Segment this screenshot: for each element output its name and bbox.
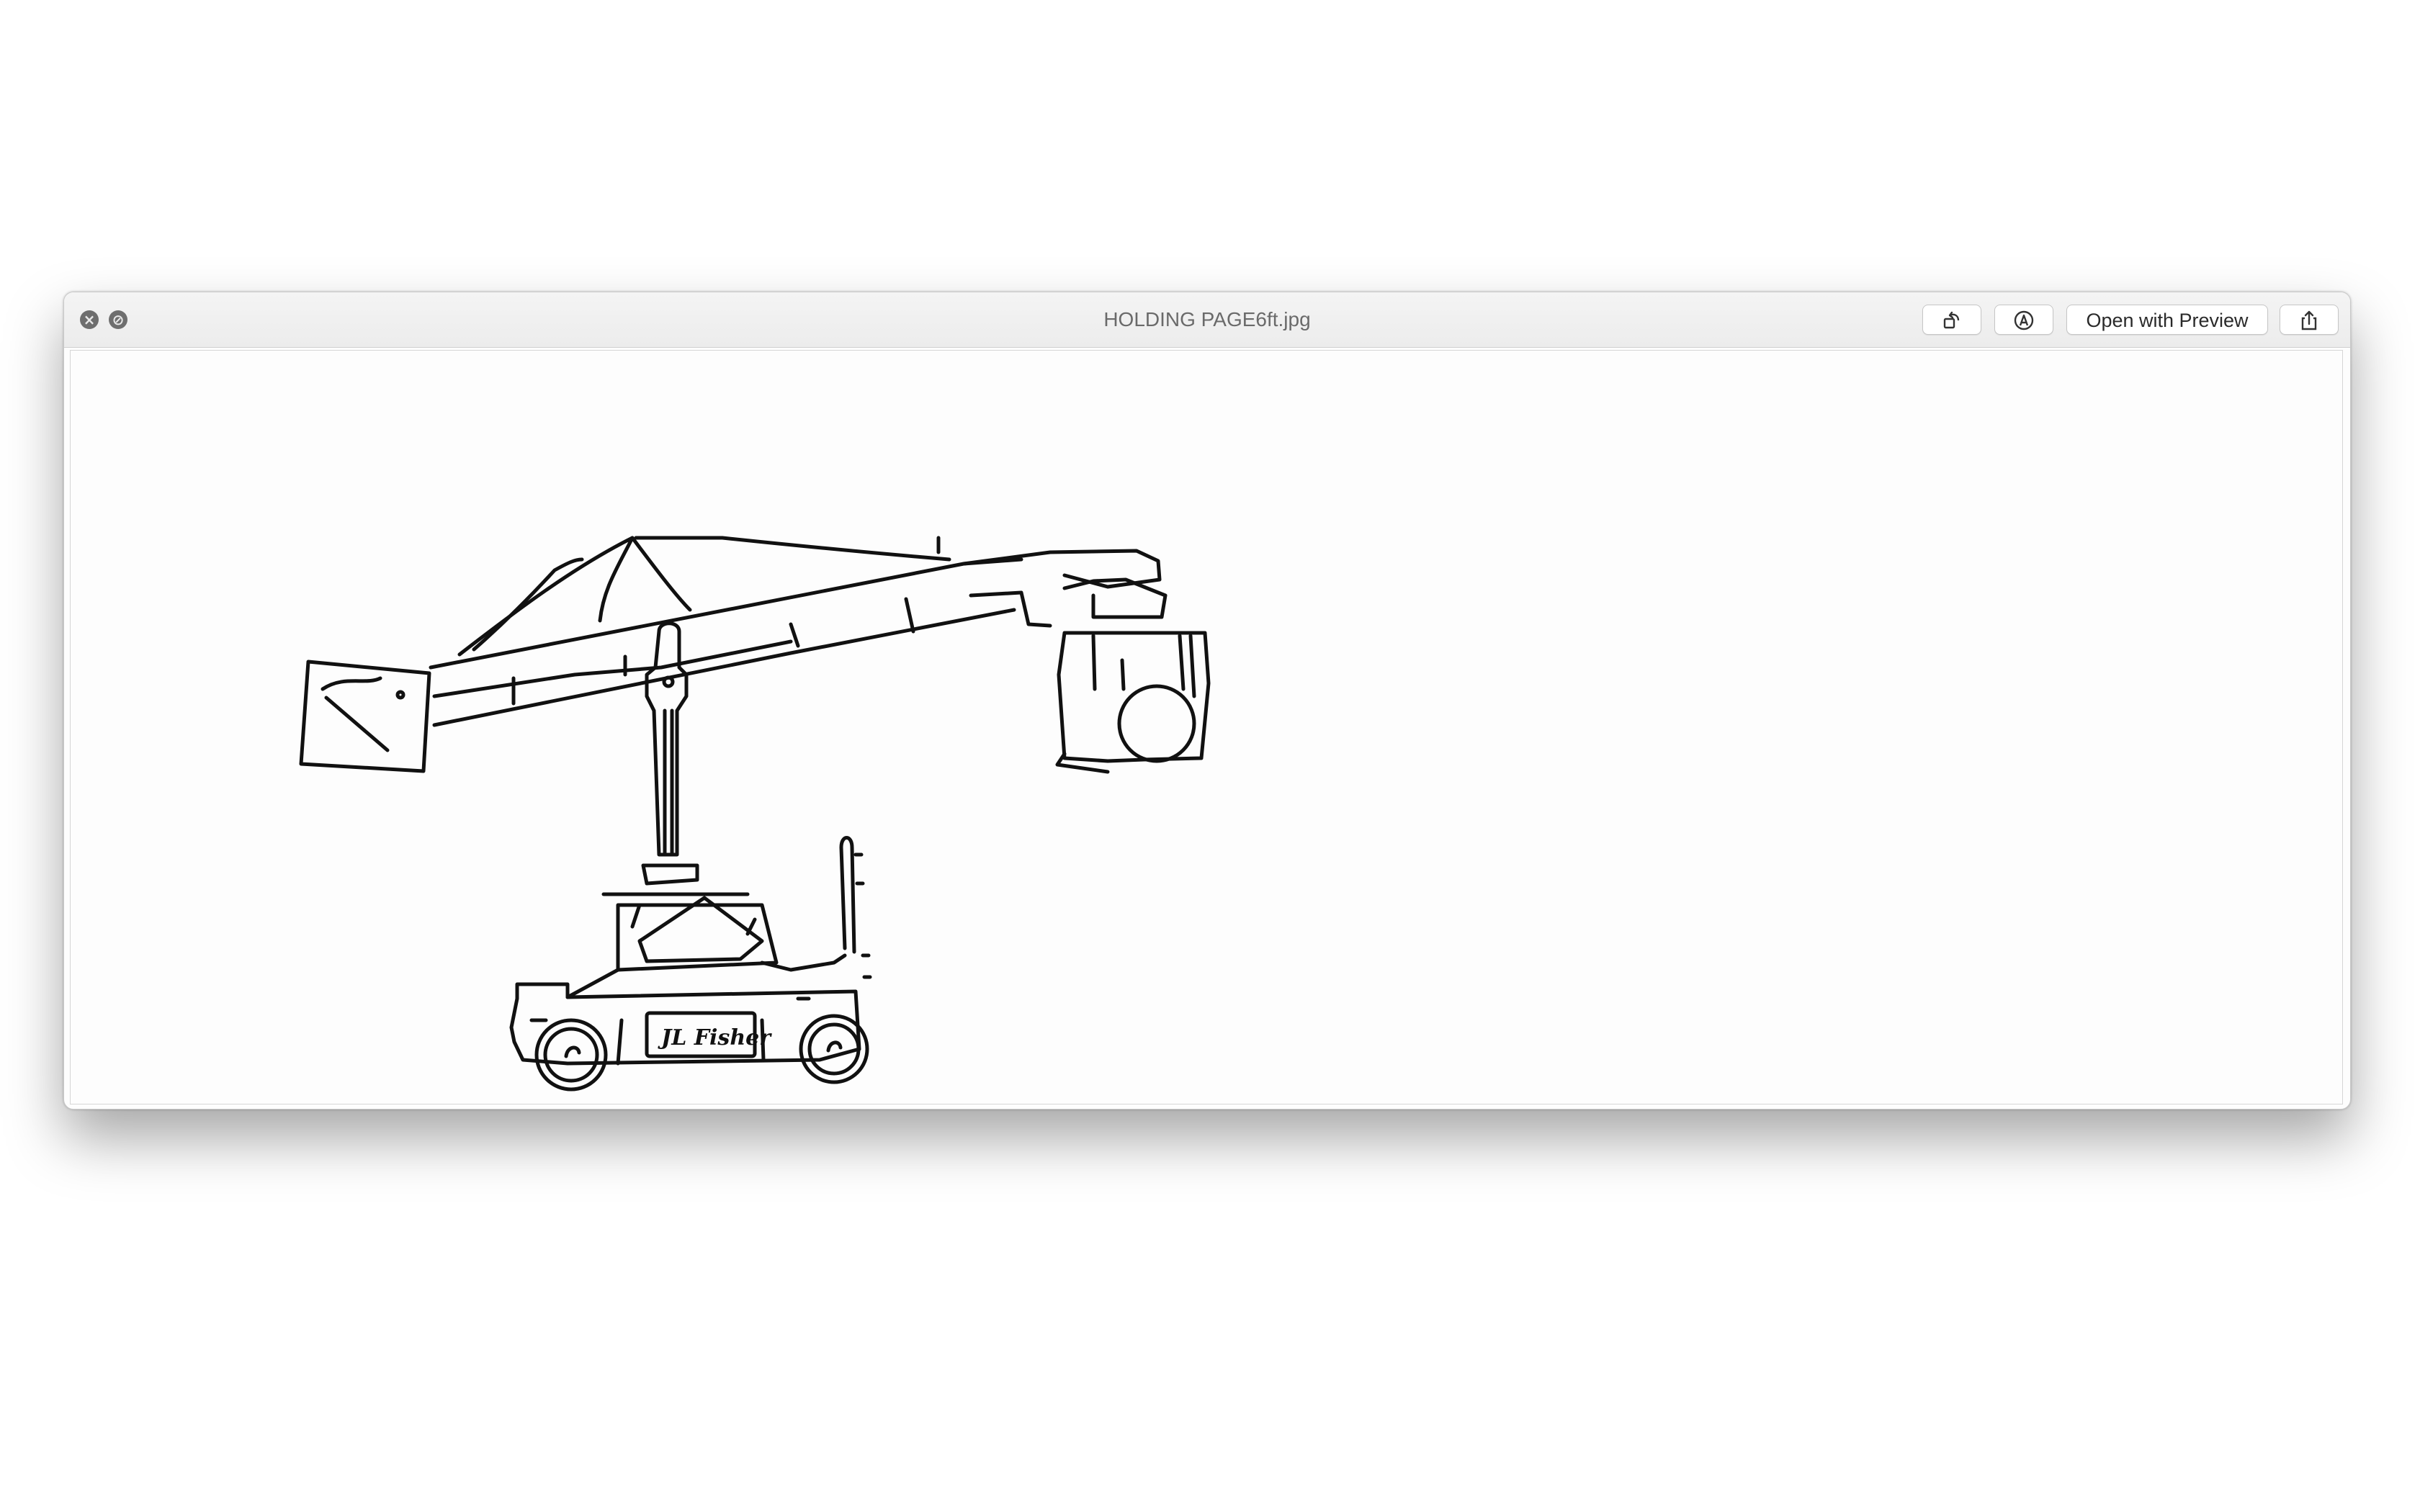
jl-fisher-logo: JL Fisher xyxy=(658,1025,772,1050)
rotate-left-icon xyxy=(1943,311,1960,329)
share-icon xyxy=(2301,310,2317,330)
fullscreen-icon: ⊘ xyxy=(112,311,125,328)
crane-sketch-image: JL Fisher xyxy=(299,536,1211,1092)
quicklook-window: × ⊘ HOLDING PAGE6ft.jpg Open with Previe… xyxy=(63,292,2351,1110)
rotate-button[interactable] xyxy=(1922,305,1981,335)
close-icon: × xyxy=(83,311,96,328)
markup-button[interactable] xyxy=(1994,305,2053,335)
fullscreen-button[interactable]: ⊘ xyxy=(109,310,127,329)
title-bar[interactable]: × ⊘ HOLDING PAGE6ft.jpg Open with Previe… xyxy=(64,292,2350,348)
close-window-button[interactable]: × xyxy=(80,310,99,329)
image-preview-area: JL Fisher xyxy=(70,350,2343,1104)
crane-drawing: JL Fisher xyxy=(299,536,1211,1092)
open-with-preview-button[interactable]: Open with Preview xyxy=(2066,305,2268,335)
share-button[interactable] xyxy=(2280,305,2339,335)
markup-pen-icon xyxy=(2014,310,2034,330)
